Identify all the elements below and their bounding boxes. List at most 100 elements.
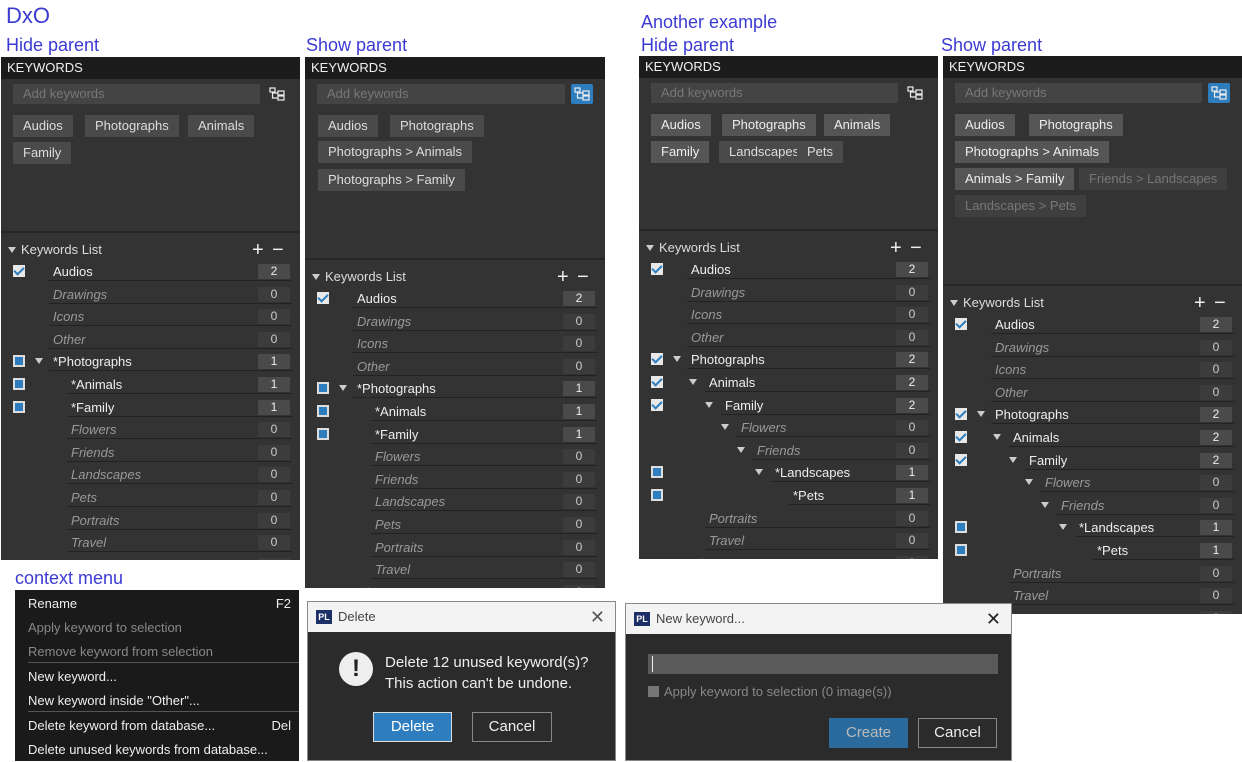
keyword-chip[interactable]: Family bbox=[13, 142, 72, 164]
keyword-row[interactable]: Portraits 0 bbox=[639, 508, 938, 529]
keyword-row[interactable]: Travel 0 bbox=[639, 530, 938, 551]
keyword-checkbox[interactable] bbox=[955, 453, 967, 466]
keyword-chip[interactable]: Photographs bbox=[85, 115, 179, 137]
delete-button[interactable]: Delete bbox=[373, 712, 452, 742]
keyword-chip[interactable]: Animals > Family bbox=[955, 168, 1075, 190]
keyword-row[interactable]: Family 2 bbox=[639, 395, 938, 416]
add-keyword-icon[interactable]: + bbox=[557, 267, 569, 287]
remove-keyword-icon[interactable]: − bbox=[1214, 293, 1226, 313]
keyword-row[interactable]: Audios 2 bbox=[305, 288, 605, 309]
keyword-row[interactable]: *Pets 1 bbox=[943, 540, 1242, 561]
expand-arrow-icon[interactable] bbox=[1041, 501, 1049, 508]
keyword-row[interactable]: Landscapes 0 bbox=[305, 491, 605, 512]
keyword-chip[interactable]: Landscapes > Pets bbox=[955, 195, 1086, 217]
keyword-row[interactable]: Audios 2 bbox=[1, 261, 300, 282]
keyword-row[interactable]: *Animals 1 bbox=[1, 374, 300, 395]
keyword-chip[interactable]: Photographs bbox=[390, 115, 484, 137]
keyword-chip[interactable]: Family bbox=[651, 141, 710, 163]
keyword-row[interactable]: Drawings 0 bbox=[1, 284, 300, 305]
keyword-row[interactable]: Icons 0 bbox=[1, 306, 300, 327]
keyword-chip[interactable]: Photographs > Family bbox=[318, 169, 465, 191]
expand-arrow-icon[interactable] bbox=[1009, 456, 1017, 463]
close-icon[interactable]: ✕ bbox=[590, 602, 605, 632]
keyword-row[interactable]: Photographs 2 bbox=[943, 404, 1242, 425]
menu-delete-unused[interactable]: Delete unused keywords from database... bbox=[28, 742, 268, 757]
keyword-row[interactable]: Family 2 bbox=[943, 450, 1242, 471]
keyword-row[interactable]: Drawings 0 bbox=[943, 337, 1242, 358]
keyword-row[interactable]: Travel 0 bbox=[305, 559, 605, 580]
keyword-checkbox[interactable] bbox=[317, 292, 329, 304]
add-keywords-input[interactable]: Add keywords bbox=[317, 84, 565, 104]
collapse-arrow-icon[interactable] bbox=[8, 247, 16, 253]
hierarchy-toggle-button[interactable] bbox=[1208, 83, 1230, 103]
keyword-chip[interactable]: Photographs bbox=[1029, 114, 1123, 136]
keyword-checkbox[interactable] bbox=[13, 400, 25, 413]
expand-arrow-icon[interactable] bbox=[689, 379, 697, 385]
keyword-checkbox[interactable] bbox=[651, 398, 663, 411]
keyword-checkbox[interactable] bbox=[651, 376, 663, 388]
keyword-chip[interactable]: Animals bbox=[188, 115, 255, 137]
keyword-checkbox[interactable] bbox=[651, 353, 663, 366]
remove-keyword-icon[interactable]: − bbox=[272, 240, 284, 260]
keyword-row[interactable]: Animals 2 bbox=[639, 372, 938, 393]
hierarchy-toggle-button[interactable] bbox=[571, 84, 593, 104]
cancel-button[interactable]: Cancel bbox=[918, 718, 997, 748]
apply-keyword-checkbox[interactable] bbox=[648, 686, 659, 697]
create-button[interactable]: Create bbox=[829, 718, 908, 748]
keyword-chip[interactable]: Landscapes bbox=[719, 141, 810, 163]
keyword-checkbox[interactable] bbox=[955, 318, 967, 330]
keyword-checkbox[interactable] bbox=[955, 431, 967, 443]
keyword-row[interactable]: Pets 0 bbox=[1, 487, 300, 508]
keyword-row[interactable]: *Animals 1 bbox=[305, 401, 605, 422]
keyword-checkbox[interactable] bbox=[955, 408, 967, 421]
add-keywords-input[interactable]: Add keywords bbox=[13, 84, 260, 104]
keyword-row[interactable]: *Pets 1 bbox=[639, 485, 938, 506]
cancel-button[interactable]: Cancel bbox=[472, 712, 552, 742]
keyword-row[interactable]: Friends 0 bbox=[305, 469, 605, 490]
collapse-arrow-icon[interactable] bbox=[646, 245, 654, 251]
keyword-row[interactable]: Audios 2 bbox=[943, 314, 1242, 335]
keyword-row[interactable]: *Landscapes 1 bbox=[639, 462, 938, 483]
keyword-checkbox[interactable] bbox=[13, 355, 25, 368]
keyword-row[interactable]: Flowers 0 bbox=[1, 419, 300, 440]
keyword-row[interactable]: Other 0 bbox=[305, 356, 605, 377]
expand-arrow-icon[interactable] bbox=[1059, 524, 1067, 531]
expand-arrow-icon[interactable] bbox=[755, 469, 763, 476]
collapse-arrow-icon[interactable] bbox=[950, 300, 958, 306]
expand-arrow-icon[interactable] bbox=[1025, 479, 1033, 486]
keyword-row[interactable]: Icons 0 bbox=[943, 359, 1242, 380]
add-keywords-input[interactable]: Add keywords bbox=[651, 83, 898, 103]
keyword-checkbox[interactable] bbox=[651, 466, 663, 479]
keyword-row[interactable]: Flowers 0 bbox=[639, 417, 938, 438]
keyword-row[interactable]: Travel 0 bbox=[1, 532, 300, 553]
keyword-row[interactable]: Portraits 0 bbox=[305, 537, 605, 558]
menu-apply-keyword[interactable]: Apply keyword to selection bbox=[28, 620, 182, 635]
collapse-arrow-icon[interactable] bbox=[312, 274, 320, 280]
keyword-row[interactable]: Pictures 0 bbox=[305, 582, 605, 588]
keyword-row[interactable]: Friends 0 bbox=[1, 442, 300, 463]
menu-rename[interactable]: Rename bbox=[28, 596, 77, 611]
expand-arrow-icon[interactable] bbox=[35, 358, 43, 365]
keyword-chip[interactable]: Audios bbox=[13, 115, 73, 137]
keyword-row[interactable]: Other 0 bbox=[943, 382, 1242, 403]
expand-arrow-icon[interactable] bbox=[993, 434, 1001, 440]
expand-arrow-icon[interactable] bbox=[977, 411, 985, 418]
keyword-row[interactable]: Animals 2 bbox=[943, 427, 1242, 448]
keyword-row[interactable]: Portraits 0 bbox=[1, 510, 300, 531]
keyword-row[interactable]: Friends 0 bbox=[943, 495, 1242, 516]
keyword-row[interactable]: *Family 1 bbox=[1, 397, 300, 418]
keyword-chip[interactable]: Audios bbox=[318, 115, 378, 137]
keyword-checkbox[interactable] bbox=[317, 405, 329, 417]
hierarchy-toggle-button[interactable] bbox=[904, 83, 926, 103]
keyword-row[interactable]: *Photographs 1 bbox=[1, 351, 300, 372]
expand-arrow-icon[interactable] bbox=[737, 446, 745, 453]
keyword-chip[interactable]: Audios bbox=[651, 114, 711, 136]
add-keyword-icon[interactable]: + bbox=[1194, 293, 1206, 313]
keyword-checkbox[interactable] bbox=[317, 382, 329, 395]
add-keyword-icon[interactable]: + bbox=[890, 238, 902, 258]
close-icon[interactable]: ✕ bbox=[986, 604, 1001, 634]
keyword-row[interactable]: Pictures 0 bbox=[1, 555, 300, 560]
keyword-name-input[interactable] bbox=[648, 654, 998, 674]
keyword-checkbox[interactable] bbox=[651, 489, 663, 501]
menu-remove-keyword[interactable]: Remove keyword from selection bbox=[28, 644, 213, 659]
